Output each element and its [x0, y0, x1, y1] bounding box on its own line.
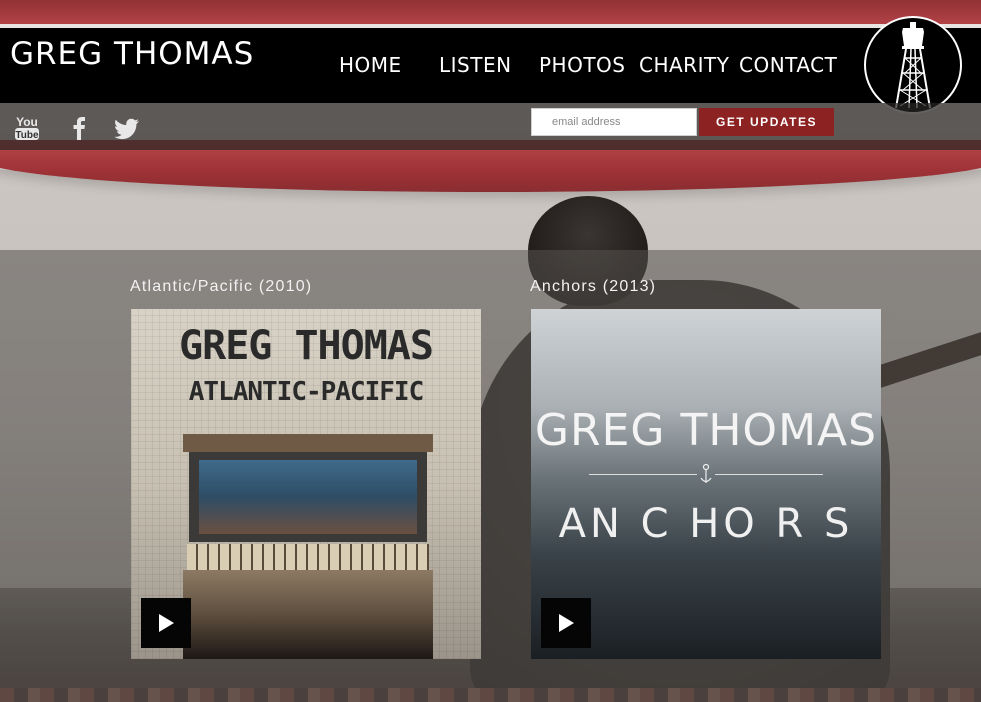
cover-album-text: AN C HO R S	[558, 501, 854, 547]
play-button[interactable]	[541, 598, 591, 648]
divider	[715, 474, 823, 475]
facebook-icon[interactable]	[64, 113, 94, 143]
cover-album-text: ATLANTIC-PACIFIC	[188, 377, 424, 407]
nav-listen[interactable]: LISTEN	[439, 53, 512, 77]
cover-artist-text: GREG THOMAS	[534, 405, 878, 456]
album-title: Atlantic/Pacific (2010)	[130, 278, 313, 295]
svg-text:Tube: Tube	[15, 130, 39, 141]
album-title: Anchors (2013)	[530, 278, 657, 295]
cover-artist-text: GREG THOMAS	[179, 323, 434, 369]
nav-photos[interactable]: PHOTOS	[539, 53, 626, 77]
album-cover-anchors[interactable]: GREG THOMAS AN C HO R S	[531, 309, 881, 659]
play-button[interactable]	[141, 598, 191, 648]
album-cover-atlantic-pacific[interactable]: GREG THOMAS ATLANTIC-PACIFIC	[131, 309, 481, 659]
play-icon	[559, 614, 574, 632]
main-nav: HOME LISTEN PHOTOS CHARITY CONTACT	[0, 53, 981, 83]
albums-panel: Atlantic/Pacific (2010) Anchors (2013) G…	[0, 250, 981, 702]
piano-image	[183, 434, 433, 659]
water-tower-logo-icon[interactable]	[864, 16, 962, 114]
get-updates-button[interactable]: GET UPDATES	[699, 108, 834, 136]
social-subscribe-bar: You Tube GET UPDATES	[0, 103, 981, 150]
twitter-icon[interactable]	[111, 113, 141, 143]
nav-contact[interactable]: CONTACT	[739, 53, 837, 77]
anchor-icon	[700, 463, 712, 483]
email-field[interactable]	[531, 108, 697, 136]
flag-red-stripe-top	[0, 0, 981, 24]
divider	[589, 474, 697, 475]
site-header: GREG THOMAS HOME LISTEN PHOTOS CHARITY C…	[0, 28, 981, 103]
nav-charity[interactable]: CHARITY	[639, 53, 729, 77]
youtube-icon[interactable]: You Tube	[12, 113, 42, 143]
play-icon	[159, 614, 174, 632]
svg-text:You: You	[16, 115, 38, 129]
nav-home[interactable]: HOME	[339, 53, 402, 77]
